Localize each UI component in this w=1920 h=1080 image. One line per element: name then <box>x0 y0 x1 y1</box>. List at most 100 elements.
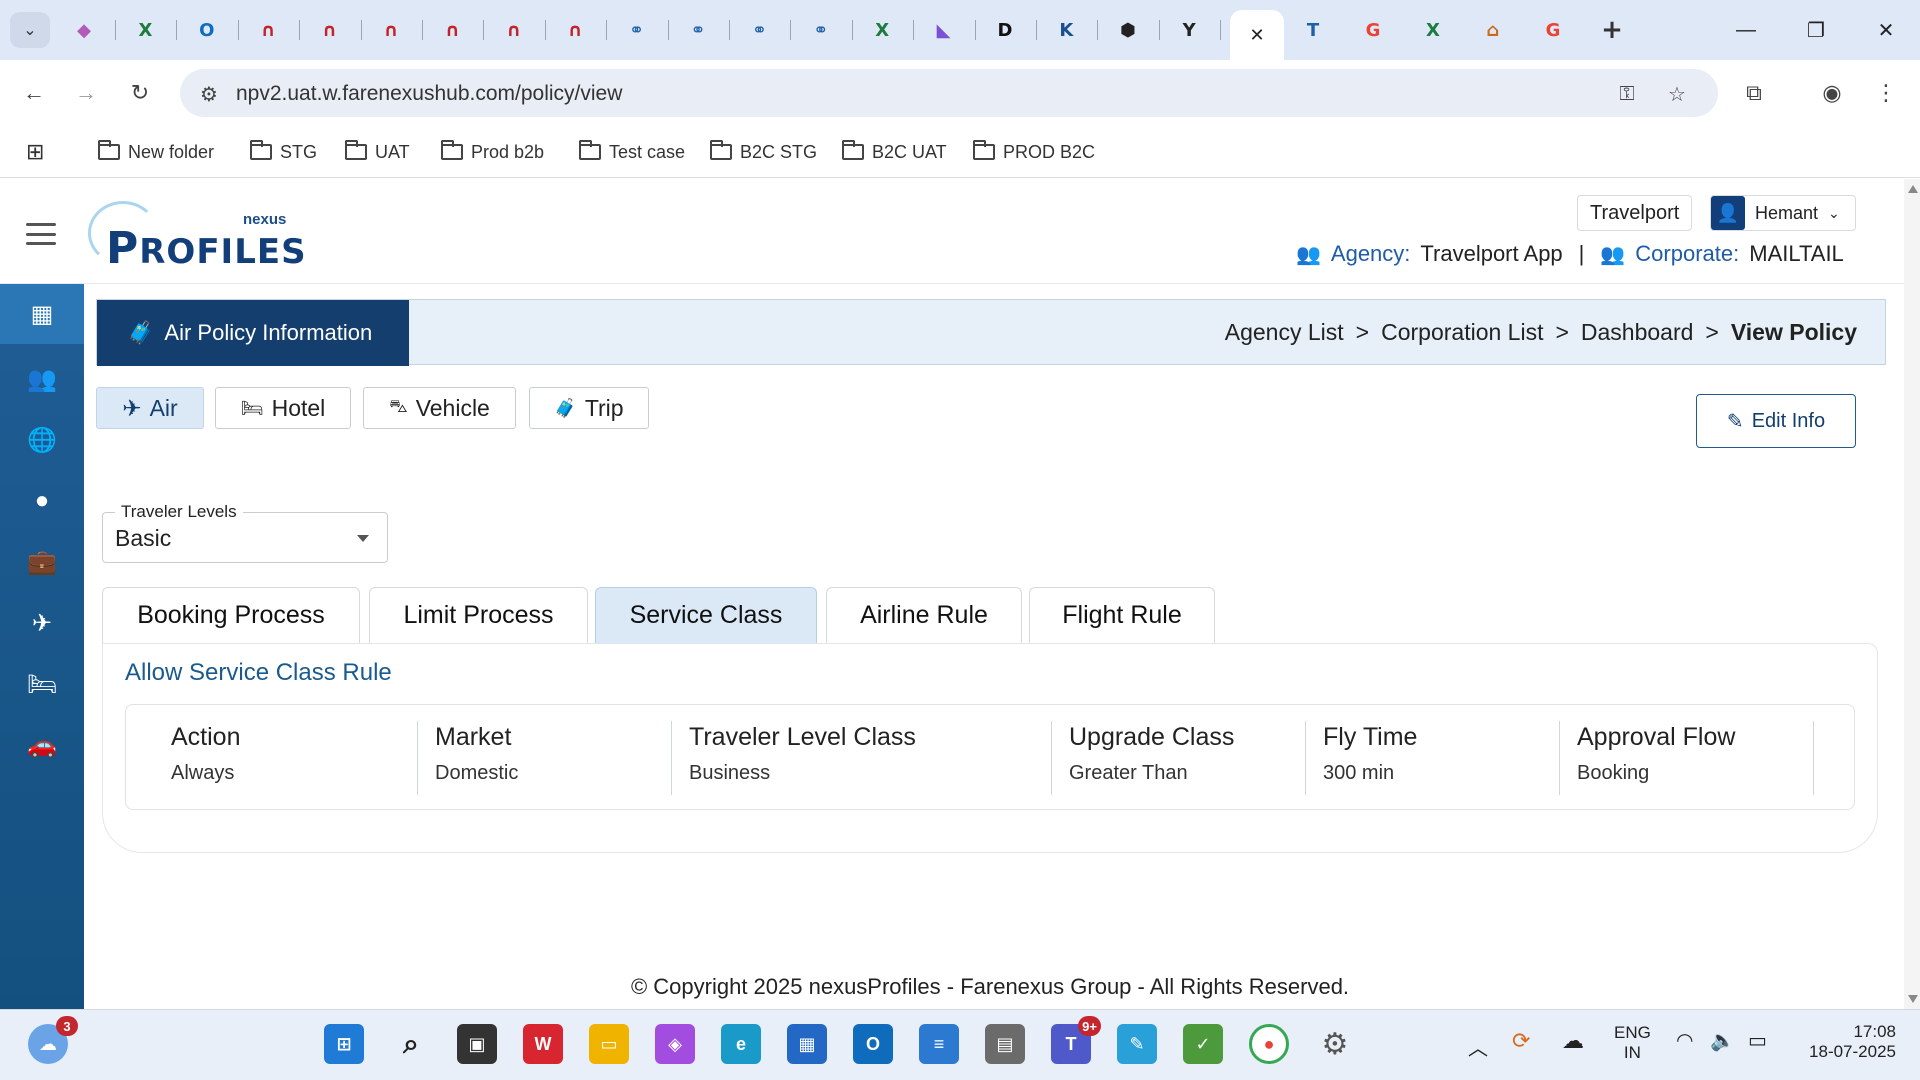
bookmark-folder[interactable]: New folder <box>98 140 214 164</box>
site-info-icon[interactable]: ⚙ <box>196 81 222 107</box>
search-icon[interactable]: ⌕ <box>391 1024 431 1064</box>
scroll-down-icon[interactable] <box>1908 995 1918 1003</box>
reload-button[interactable]: ↻ <box>124 77 156 109</box>
calculator-icon[interactable]: ▤ <box>985 1024 1025 1064</box>
browser-tab[interactable]: ∩ <box>559 14 591 46</box>
chevron-up-icon[interactable]: ︿ <box>1468 1032 1488 1061</box>
chrome-icon[interactable]: ● <box>1249 1024 1289 1064</box>
minimize-button[interactable]: — <box>1724 14 1768 46</box>
browser-tab[interactable]: ∩ <box>436 14 468 46</box>
user-menu-button[interactable]: 👤 Hemant ⌄ <box>1710 195 1856 231</box>
restore-button[interactable]: ❐ <box>1794 14 1838 46</box>
browser-tab[interactable]: ⬢ <box>1112 14 1144 46</box>
browser-tab[interactable]: D <box>989 14 1021 46</box>
bookmark-star-icon[interactable]: ☆ <box>1664 81 1690 107</box>
user-circle-icon[interactable]: ● <box>0 471 84 531</box>
tab-search-button[interactable]: ⌄ <box>10 12 50 48</box>
clock[interactable]: 17:08 18-07-2025 <box>1796 1022 1896 1062</box>
scroll-up-icon[interactable] <box>1908 185 1918 193</box>
browser-tab[interactable]: G <box>1537 14 1569 46</box>
plane-icon[interactable]: ✈ <box>0 593 84 653</box>
paint-icon[interactable]: ✎ <box>1117 1024 1157 1064</box>
browser-tab[interactable]: ⌂ <box>1477 14 1509 46</box>
briefcase-icon[interactable]: 💼 <box>0 532 84 592</box>
grid-icon[interactable]: ▦ <box>0 284 84 344</box>
profile-icon[interactable]: ◉ <box>1816 77 1848 109</box>
address-bar[interactable]: ⚙ npv2.uat.w.farenexushub.com/policy/vie… <box>180 69 1718 117</box>
traveler-levels-select[interactable]: Traveler Levels Basic <box>102 502 388 563</box>
browser-tab[interactable]: ◆ <box>68 14 100 46</box>
extensions-icon[interactable]: ⧉ <box>1738 77 1770 109</box>
bookmark-folder[interactable]: PROD B2C <box>973 140 1095 164</box>
volume-icon[interactable]: 🔈 <box>1710 1028 1735 1053</box>
teams-icon[interactable]: T 9+ <box>1051 1016 1101 1064</box>
edge-icon[interactable]: e <box>721 1024 761 1064</box>
browser-tab[interactable]: ∩ <box>314 14 346 46</box>
menu-dots-icon[interactable]: ⋮ <box>1870 77 1902 109</box>
breadcrumb-agency-list[interactable]: Agency List <box>1225 319 1344 346</box>
bookmark-folder[interactable]: B2C UAT <box>842 140 947 164</box>
browser-tab[interactable]: X <box>1417 14 1449 46</box>
tab-service-class[interactable]: Service Class <box>595 587 817 643</box>
onedrive-icon[interactable]: ☁ <box>1562 1028 1584 1054</box>
settings-gear-icon[interactable]: ⚙ <box>1315 1024 1355 1064</box>
browser-tab[interactable]: ⚭ <box>621 14 653 46</box>
wps-office-icon[interactable]: W <box>523 1024 563 1064</box>
car-icon[interactable]: 🚗 <box>0 715 84 775</box>
browser-tab[interactable]: Y <box>1173 14 1205 46</box>
forward-button[interactable]: → <box>70 77 102 109</box>
active-tab-close-icon[interactable]: ✕ <box>1230 10 1284 60</box>
breadcrumb-dashboard[interactable]: Dashboard <box>1581 319 1694 346</box>
battery-icon[interactable]: ▭ <box>1748 1028 1767 1053</box>
weather-icon[interactable]: ☁ 3 <box>28 1016 78 1064</box>
browser-tab[interactable]: T <box>1297 14 1329 46</box>
bookmark-folder[interactable]: UAT <box>345 140 410 164</box>
browser-tab[interactable]: X <box>866 14 898 46</box>
task-view-icon[interactable]: ▣ <box>457 1024 497 1064</box>
apps-grid-icon[interactable]: ⊞ <box>26 139 44 164</box>
outlook-icon[interactable]: O <box>853 1024 893 1064</box>
back-button[interactable]: ← <box>18 77 50 109</box>
sync-icon[interactable]: ⟳ <box>1512 1028 1530 1054</box>
browser-tab[interactable]: ⚭ <box>743 14 775 46</box>
language-indicator[interactable]: ENG IN <box>1614 1023 1651 1063</box>
store-icon[interactable]: ▦ <box>787 1024 827 1064</box>
globe-icon[interactable]: 🌐 <box>0 410 84 470</box>
tab-vehicle[interactable]: ⛍ Vehicle <box>363 387 516 429</box>
browser-tab[interactable]: K <box>1050 14 1082 46</box>
browser-tab[interactable]: ∩ <box>498 14 530 46</box>
browser-tab[interactable]: ⚭ <box>805 14 837 46</box>
new-tab-button[interactable]: + <box>1596 14 1628 46</box>
breadcrumb-corporation-list[interactable]: Corporation List <box>1381 319 1543 346</box>
bookmark-folder[interactable]: B2C STG <box>710 140 817 164</box>
windows-start-icon[interactable]: ⊞ <box>324 1024 364 1064</box>
browser-tab[interactable]: ∩ <box>252 14 284 46</box>
bookmark-folder[interactable]: Prod b2b <box>441 140 544 164</box>
key-icon[interactable]: ⚿ <box>1614 81 1640 107</box>
tab-booking-process[interactable]: Booking Process <box>102 587 360 643</box>
page-scrollbar[interactable] <box>1904 179 1920 1009</box>
copilot-icon[interactable]: ◈ <box>655 1024 695 1064</box>
bookmark-folder[interactable]: STG <box>250 140 317 164</box>
tab-hotel[interactable]: 🛏 Hotel <box>215 387 351 429</box>
notepad-icon[interactable]: ≡ <box>919 1024 959 1064</box>
excel-chart-icon[interactable]: ✓ <box>1183 1024 1223 1064</box>
provider-button[interactable]: Travelport <box>1577 195 1693 231</box>
wifi-icon[interactable]: ◠ <box>1676 1028 1693 1053</box>
tab-airline-rule[interactable]: Airline Rule <box>826 587 1022 643</box>
bookmark-folder[interactable]: Test case <box>579 140 685 164</box>
bed-icon[interactable]: 🛏 <box>0 654 84 714</box>
tab-limit-process[interactable]: Limit Process <box>369 587 588 643</box>
file-explorer-icon[interactable]: ▭ <box>589 1024 629 1064</box>
tab-flight-rule[interactable]: Flight Rule <box>1029 587 1215 643</box>
edit-info-button[interactable]: ✎ Edit Info <box>1696 394 1856 448</box>
browser-tab[interactable]: ∩ <box>375 14 407 46</box>
browser-tab[interactable]: G <box>1357 14 1389 46</box>
users-icon[interactable]: 👥 <box>0 349 84 409</box>
browser-tab[interactable]: X <box>129 14 161 46</box>
hamburger-menu-icon[interactable] <box>26 223 56 245</box>
browser-tab[interactable]: O <box>191 14 223 46</box>
tab-trip[interactable]: 🧳 Trip <box>529 387 649 429</box>
browser-tab[interactable]: ◣ <box>928 14 960 46</box>
close-window-button[interactable]: ✕ <box>1864 14 1908 46</box>
